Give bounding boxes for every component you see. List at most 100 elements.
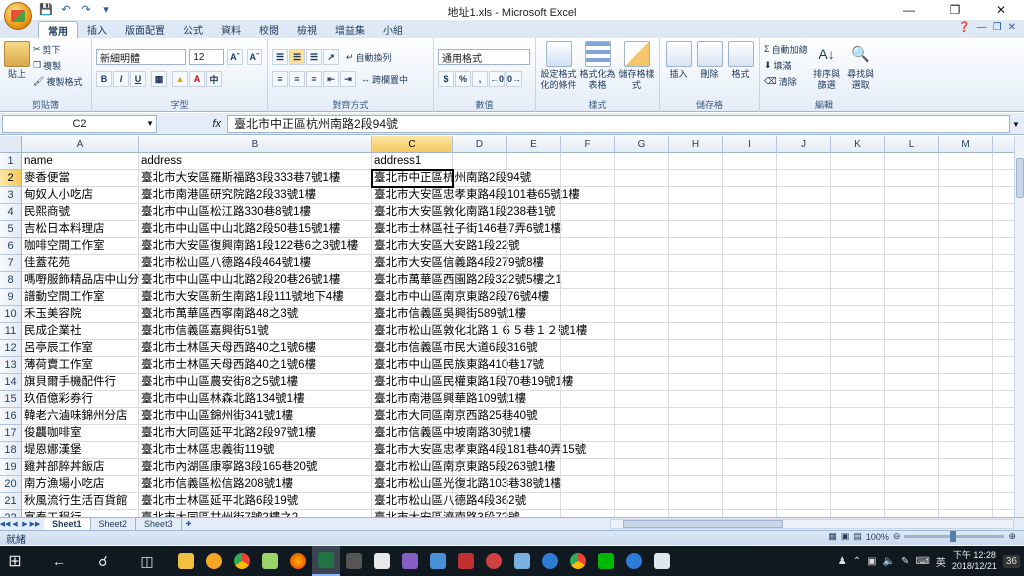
- empty-cell[interactable]: [939, 493, 993, 510]
- empty-cell[interactable]: [615, 459, 669, 476]
- column-header-a[interactable]: A: [22, 136, 139, 153]
- empty-cell[interactable]: [993, 272, 1014, 289]
- empty-cell[interactable]: [939, 374, 993, 391]
- empty-cell[interactable]: [885, 442, 939, 459]
- normal-view-icon[interactable]: ▦: [828, 531, 837, 542]
- cell-b8[interactable]: 臺北市中山區中山北路2段20巷26號1樓: [139, 272, 372, 289]
- empty-cell[interactable]: [831, 255, 885, 272]
- empty-cell[interactable]: [615, 357, 669, 374]
- empty-cell[interactable]: [777, 476, 831, 493]
- empty-cell[interactable]: [453, 170, 507, 187]
- autosum-button[interactable]: Σ 自動加總: [764, 41, 808, 57]
- align-right-icon[interactable]: ≡: [306, 71, 322, 87]
- empty-cell[interactable]: [777, 187, 831, 204]
- cell-b7[interactable]: 臺北市松山區八德路4段464號1樓: [139, 255, 372, 272]
- empty-cell[interactable]: [939, 153, 993, 170]
- empty-cell[interactable]: [453, 306, 507, 323]
- empty-cell[interactable]: [993, 493, 1014, 510]
- empty-cell[interactable]: [507, 323, 561, 340]
- search-icon[interactable]: ☌: [88, 546, 118, 576]
- empty-cell[interactable]: [453, 204, 507, 221]
- cell-c21[interactable]: 臺北市松山區八德路4段362號: [372, 493, 526, 510]
- empty-cell[interactable]: [615, 476, 669, 493]
- mail-icon[interactable]: [368, 546, 396, 576]
- empty-cell[interactable]: [777, 153, 831, 170]
- empty-cell[interactable]: [885, 238, 939, 255]
- cell-a18[interactable]: 堤恩娜漢堡: [22, 442, 139, 459]
- column-header-d[interactable]: D: [453, 136, 507, 153]
- empty-cell[interactable]: [453, 221, 507, 238]
- empty-cell[interactable]: [561, 442, 615, 459]
- column-header-j[interactable]: J: [777, 136, 831, 153]
- empty-cell[interactable]: [615, 153, 669, 170]
- empty-cell[interactable]: [993, 408, 1014, 425]
- empty-cell[interactable]: [831, 238, 885, 255]
- row-header[interactable]: 15: [0, 391, 22, 408]
- empty-cell[interactable]: [507, 289, 561, 306]
- cell-b9[interactable]: 臺北市大安區新生南路1段111號地下4樓: [139, 289, 372, 306]
- chrome-icon[interactable]: [228, 546, 256, 576]
- cell-c13[interactable]: 臺北市中山區民族東路410巷17號: [372, 357, 544, 374]
- empty-cell[interactable]: [831, 408, 885, 425]
- empty-cell[interactable]: [993, 374, 1014, 391]
- empty-cell[interactable]: [507, 255, 561, 272]
- cell-b20[interactable]: 臺北市信義區松信路208號1樓: [139, 476, 372, 493]
- tab-review[interactable]: 校閱: [250, 21, 288, 38]
- empty-cell[interactable]: [831, 204, 885, 221]
- chrome-icon[interactable]: [564, 546, 592, 576]
- row-header[interactable]: 9: [0, 289, 22, 306]
- ribbon-close-icon[interactable]: ✕: [1008, 22, 1016, 33]
- decrease-indent-icon[interactable]: ⇤: [323, 71, 339, 87]
- tab-view[interactable]: 檢視: [288, 21, 326, 38]
- sheet-tab-2[interactable]: Sheet2: [91, 518, 137, 530]
- row-header[interactable]: 20: [0, 476, 22, 493]
- empty-cell[interactable]: [831, 221, 885, 238]
- empty-cell[interactable]: [507, 459, 561, 476]
- empty-cell[interactable]: [939, 306, 993, 323]
- empty-cell[interactable]: [453, 238, 507, 255]
- cell-b12[interactable]: 臺北市士林區天母西路40之1號6樓: [139, 340, 372, 357]
- scroll-thumb[interactable]: [1016, 158, 1024, 198]
- empty-cell[interactable]: [453, 340, 507, 357]
- empty-cell[interactable]: [669, 238, 723, 255]
- empty-cell[interactable]: [723, 510, 777, 517]
- empty-cell[interactable]: [561, 408, 615, 425]
- empty-cell[interactable]: [993, 255, 1014, 272]
- ribbon-minimize-icon[interactable]: —: [977, 22, 987, 33]
- empty-cell[interactable]: [939, 510, 993, 517]
- merge-center-button[interactable]: ↔ 跨欄置中: [361, 71, 408, 87]
- zoom-slider[interactable]: [904, 531, 1005, 542]
- clock[interactable]: 下午 12:28 2018/12/21: [952, 550, 997, 572]
- cell-a13[interactable]: 薄荷賣工作室: [22, 357, 139, 374]
- currency-button[interactable]: $: [438, 71, 454, 87]
- column-header-h[interactable]: H: [669, 136, 723, 153]
- cell-a14[interactable]: 旗貝爾手機配件行: [22, 374, 139, 391]
- empty-cell[interactable]: [453, 510, 507, 517]
- first-sheet-icon[interactable]: ◀◀: [0, 518, 10, 530]
- row-header[interactable]: 16: [0, 408, 22, 425]
- empty-cell[interactable]: [723, 306, 777, 323]
- expand-formula-bar-icon[interactable]: ▼: [1010, 116, 1022, 132]
- empty-cell[interactable]: [777, 442, 831, 459]
- app-icon[interactable]: [508, 546, 536, 576]
- empty-cell[interactable]: [885, 510, 939, 517]
- empty-cell[interactable]: [615, 408, 669, 425]
- empty-cell[interactable]: [723, 238, 777, 255]
- empty-cell[interactable]: [507, 340, 561, 357]
- empty-cell[interactable]: [615, 510, 669, 517]
- cell-c16[interactable]: 臺北市大同區南京西路25巷40號: [372, 408, 538, 425]
- notepad-icon[interactable]: [256, 546, 284, 576]
- cell-c3[interactable]: 臺北市大安區忠孝東路4段101巷65號1樓: [372, 187, 580, 204]
- empty-cell[interactable]: [777, 204, 831, 221]
- empty-cell[interactable]: [777, 391, 831, 408]
- empty-cell[interactable]: [723, 357, 777, 374]
- insert-sheet-icon[interactable]: ✚: [182, 518, 196, 530]
- empty-cell[interactable]: [669, 170, 723, 187]
- insert-function-button[interactable]: fx: [161, 115, 227, 133]
- increase-decimal-icon[interactable]: ←0: [489, 71, 505, 87]
- empty-cell[interactable]: [939, 476, 993, 493]
- empty-cell[interactable]: [723, 323, 777, 340]
- empty-cell[interactable]: [669, 306, 723, 323]
- cell-c17[interactable]: 臺北市信義區中坡南路30號1樓: [372, 425, 531, 442]
- back-icon[interactable]: ←: [44, 546, 74, 576]
